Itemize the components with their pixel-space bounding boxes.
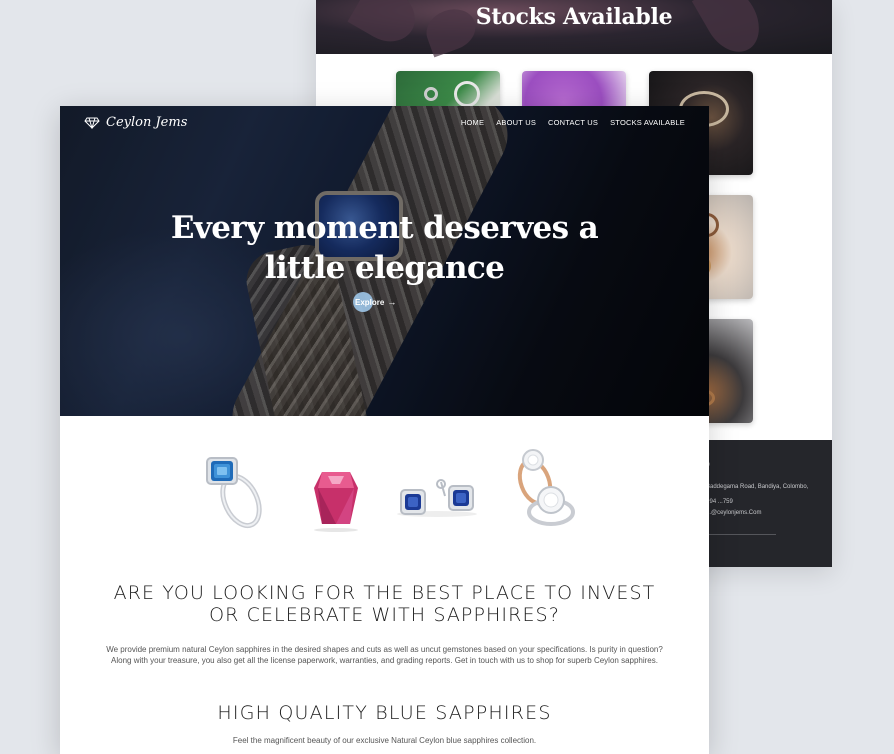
diamond-rings-image[interactable] [505, 446, 595, 536]
explore-label: Explore [355, 297, 385, 307]
nav-home[interactable]: HOME [461, 118, 484, 127]
nav-contact-us[interactable]: CONTACT US [548, 118, 598, 127]
blue-sapphires-body: Feel the magnificent beauty of our exclu… [232, 736, 537, 745]
blue-sapphire-ring-image[interactable] [193, 446, 283, 536]
hero-banner: Ceylon Jems HOME ABOUT US CONTACT US STO… [60, 106, 709, 416]
pink-sapphire-gem-image[interactable] [300, 446, 390, 536]
footer-phone: +94 ...759 [706, 499, 733, 505]
hero-headline-line-2: little elegance [264, 250, 505, 286]
hero-headline-line-1: Every moment deserves a [170, 210, 599, 246]
nav-stocks-available[interactable]: STOCKS AVAILABLE [610, 118, 685, 127]
main-nav: HOME ABOUT US CONTACT US STOCKS AVAILABL… [461, 118, 685, 127]
explore-button[interactable]: Explore → [353, 292, 397, 312]
invest-body-line-1: We provide premium natural Ceylon sapphi… [106, 645, 663, 654]
stocks-title: Stocks Available [475, 4, 673, 30]
footer-divider [706, 534, 776, 535]
home-page-preview: Ceylon Jems HOME ABOUT US CONTACT US STO… [60, 106, 709, 754]
invest-section-body: We provide premium natural Ceylon sapphi… [100, 644, 669, 666]
footer-email: ...@ceylonjems.Com [706, 510, 762, 516]
site-logo[interactable]: Ceylon Jems [84, 115, 187, 130]
hero-headline: Every moment deserves a little elegance [60, 208, 709, 288]
invest-section-heading: ARE YOU LOOKING FOR THE BEST PLACE TO IN… [60, 582, 709, 626]
nav-about-us[interactable]: ABOUT US [496, 118, 536, 127]
stocks-hero-banner: Stocks Available [316, 0, 832, 62]
blue-sapphire-earrings-image[interactable] [395, 446, 485, 536]
invest-body-line-2: Along with your treasure, you also get a… [111, 656, 658, 665]
arrow-right-icon: → [387, 297, 397, 307]
invest-heading-line-2: OR CELEBRATE WITH SAPPHIRES? [209, 604, 560, 626]
blue-sapphires-heading: HIGH QUALITY BLUE SAPPHIRES [217, 702, 552, 724]
invest-heading-line-1: ARE YOU LOOKING FOR THE BEST PLACE TO IN… [113, 582, 656, 604]
diamond-icon [84, 117, 100, 129]
footer-address: Baddegama Road, Bandiya, Colombo, [706, 484, 809, 490]
logo-text: Ceylon Jems [106, 115, 188, 130]
